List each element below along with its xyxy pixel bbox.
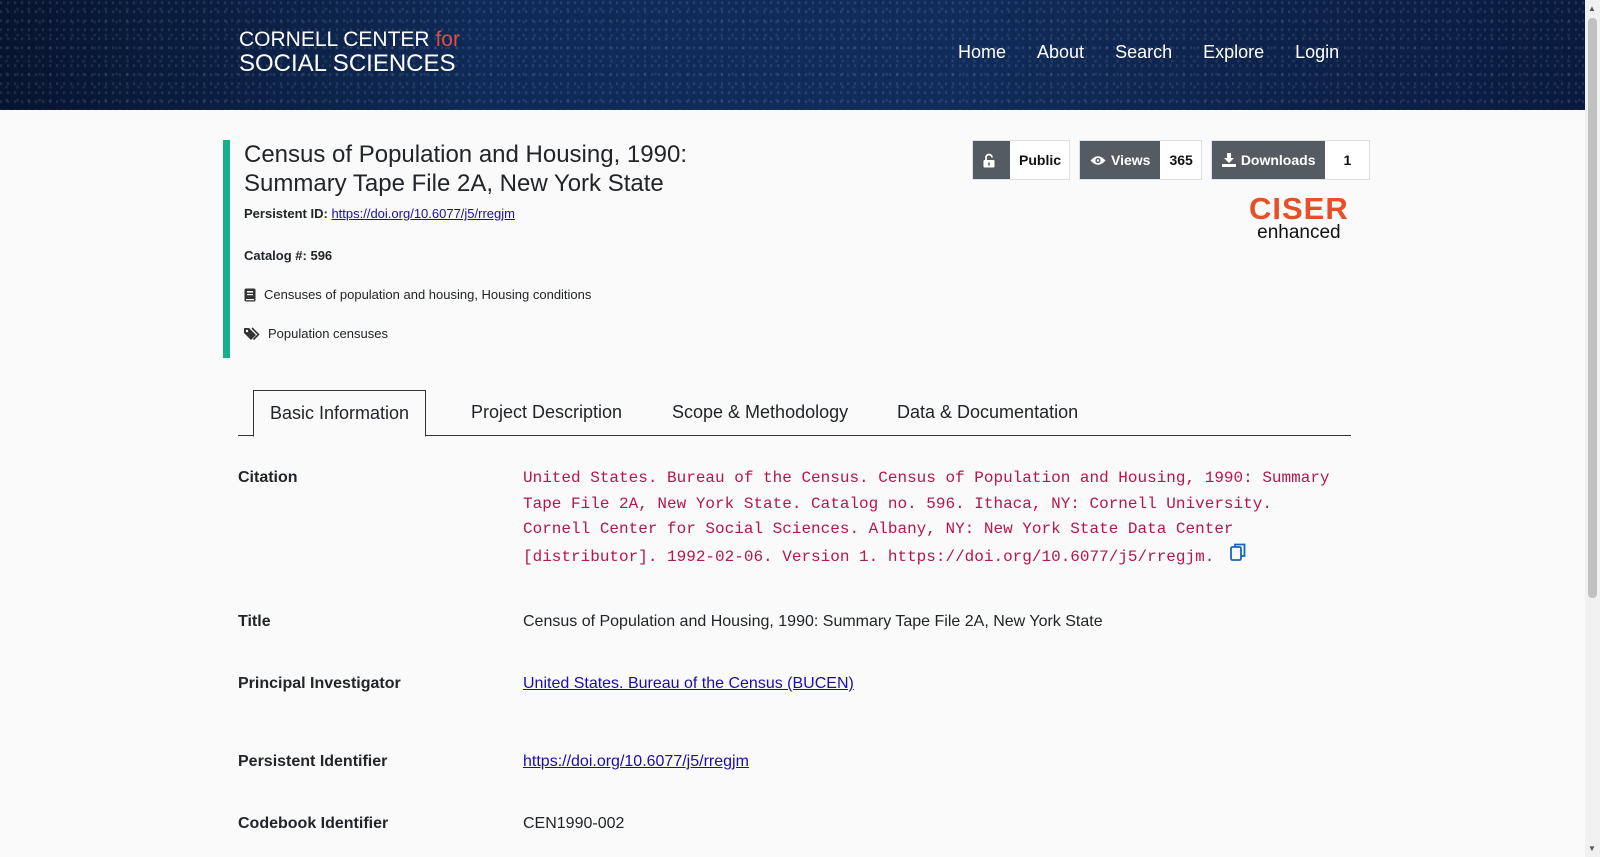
nav-home[interactable]: Home xyxy=(958,41,1006,63)
page-scrollbar[interactable]: ▲ ▼ xyxy=(1585,0,1600,857)
main-nav: Home About Search Explore Login xyxy=(958,41,1339,63)
nav-about[interactable]: About xyxy=(1037,41,1084,63)
persistent-id-label: Persistent ID: xyxy=(244,206,328,221)
ciser-enhanced-logo: CISER enhanced xyxy=(1249,191,1349,243)
citation-text-block: United States. Bureau of the Census. Cen… xyxy=(523,466,1343,570)
unlock-icon-box xyxy=(973,141,1010,179)
views-label: Views xyxy=(1111,152,1151,168)
downloads-label: Downloads xyxy=(1240,152,1316,168)
citation-label: Citation xyxy=(238,469,298,486)
book-icon xyxy=(244,288,258,302)
site-header: CORNELL CENTER for SOCIAL SCIENCES Home … xyxy=(0,0,1585,110)
access-badge: Public xyxy=(972,140,1071,180)
tab-project-description[interactable]: Project Description xyxy=(471,390,622,434)
pi-link[interactable]: United States. Bureau of the Census (BUC… xyxy=(523,675,854,692)
tab-data-documentation[interactable]: Data & Documentation xyxy=(897,390,1078,434)
logo-for: for xyxy=(435,28,460,51)
copy-icon[interactable] xyxy=(1230,543,1246,571)
keywords-row: Population censuses xyxy=(244,326,750,341)
catalog-value: 596 xyxy=(310,248,333,263)
logo-line2: SOCIAL SCIENCES xyxy=(239,50,456,77)
catalog-label: Catalog #: xyxy=(244,248,307,263)
download-icon xyxy=(1221,153,1236,167)
eye-icon xyxy=(1090,155,1106,165)
ciser-logo-line2: enhanced xyxy=(1257,222,1341,243)
codebook-identifier-label: Codebook Identifier xyxy=(238,815,389,832)
ciser-logo-line1: CISER xyxy=(1249,191,1349,226)
persistent-identifier-label: Persistent Identifier xyxy=(238,753,388,770)
site-logo[interactable]: CORNELL CENTER for SOCIAL SCIENCES xyxy=(239,28,460,76)
nav-explore[interactable]: Explore xyxy=(1203,41,1264,63)
scroll-down-icon[interactable]: ▼ xyxy=(1588,844,1596,853)
record-badges: Public Views 365 Downloads 1 xyxy=(972,140,1371,180)
persistent-id: Persistent ID: https://doi.org/10.6077/j… xyxy=(244,206,750,221)
access-label: Public xyxy=(1019,152,1062,168)
record-summary: Census of Population and Housing, 1990: … xyxy=(223,140,750,358)
tags-icon xyxy=(244,326,262,341)
downloads-badge: Downloads 1 xyxy=(1210,140,1371,180)
unlock-icon xyxy=(983,153,995,167)
persistent-identifier-value-container: https://doi.org/10.6077/j5/rregjm xyxy=(523,753,749,771)
scroll-up-icon[interactable]: ▲ xyxy=(1588,4,1596,13)
persistent-id-link[interactable]: https://doi.org/10.6077/j5/rregjm xyxy=(331,206,515,221)
views-badge: Views 365 xyxy=(1079,140,1202,180)
record-title: Census of Population and Housing, 1990: … xyxy=(244,141,687,197)
keywords-text: Population censuses xyxy=(268,326,388,341)
subjects-text: Censuses of population and housing, Hous… xyxy=(264,287,592,302)
subjects-row: Censuses of population and housing, Hous… xyxy=(244,287,750,302)
title-label: Title xyxy=(238,613,271,630)
nav-search[interactable]: Search xyxy=(1115,41,1172,63)
detail-tabs: Basic Information Project Description Sc… xyxy=(238,390,1351,437)
nav-login[interactable]: Login xyxy=(1295,41,1339,63)
views-count: 365 xyxy=(1169,152,1193,168)
logo-line1: CORNELL CENTER xyxy=(239,28,436,51)
persistent-identifier-link[interactable]: https://doi.org/10.6077/j5/rregjm xyxy=(523,753,749,770)
title-value: Census of Population and Housing, 1990: … xyxy=(523,613,1103,630)
pi-label: Principal Investigator xyxy=(238,675,401,692)
tab-basic-information[interactable]: Basic Information xyxy=(253,390,427,437)
catalog-number: Catalog #: 596 xyxy=(244,248,750,263)
codebook-identifier-value: CEN1990-002 xyxy=(523,815,625,832)
scrollbar-thumb[interactable] xyxy=(1588,18,1597,598)
pi-value-container: United States. Bureau of the Census (BUC… xyxy=(523,675,854,693)
downloads-count: 1 xyxy=(1343,152,1352,168)
tab-scope-methodology[interactable]: Scope & Methodology xyxy=(672,390,848,434)
citation-text: United States. Bureau of the Census. Cen… xyxy=(523,469,1330,566)
